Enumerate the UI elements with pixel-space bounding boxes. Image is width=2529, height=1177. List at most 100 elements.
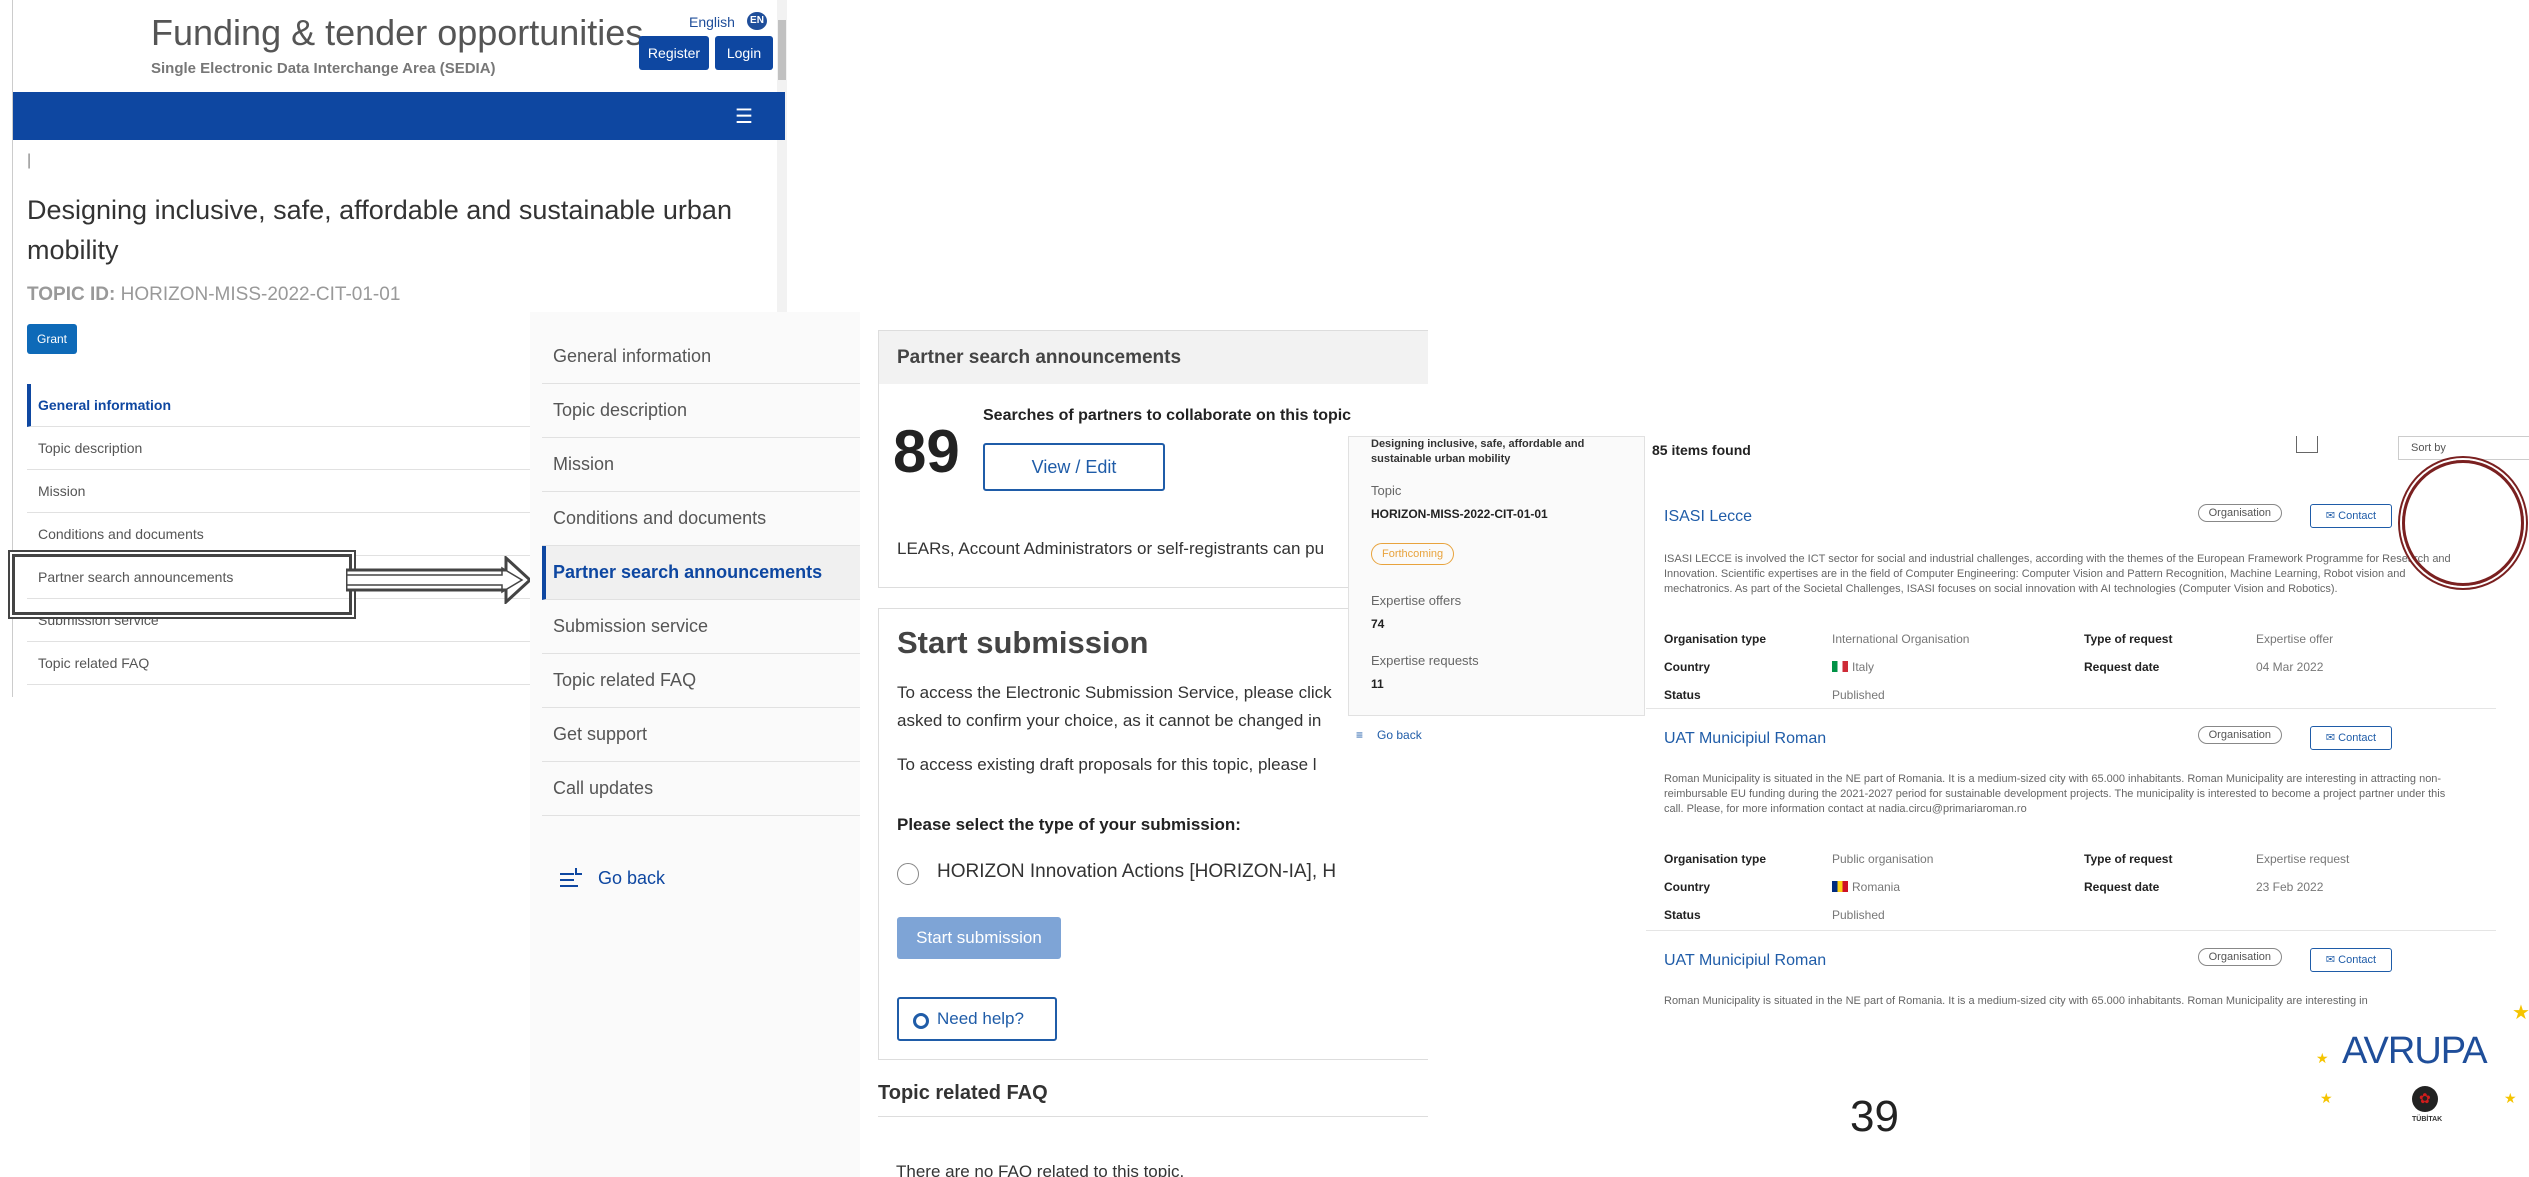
request-type-label: Type of request — [2084, 632, 2173, 646]
page-number: 39 — [1850, 1092, 1899, 1141]
start-submission-card: Start submission To access the Electroni… — [878, 608, 1428, 1060]
sidebar-nav: General information Topic description Mi… — [542, 330, 860, 816]
organisation-badge: Organisation — [2197, 726, 2282, 744]
result-item: UAT Municipiul Roman Organisation ✉ Cont… — [1646, 710, 2496, 931]
org-type-label: Organisation type — [1664, 632, 1767, 646]
login-button[interactable]: Login — [715, 36, 773, 70]
submission-type-radio[interactable] — [897, 863, 919, 885]
star-icon: ★ — [2504, 1090, 2517, 1106]
view-edit-button[interactable]: View / Edit — [983, 443, 1165, 491]
sidebar-item-general-information[interactable]: General information — [542, 330, 860, 384]
organisation-badge: Organisation — [2197, 504, 2282, 522]
request-date-label: Request date — [2084, 660, 2160, 674]
sidebar-item-topic-description[interactable]: Topic description — [542, 384, 860, 438]
topic-title: Designing inclusive, safe, affordable an… — [27, 195, 732, 265]
requests-label: Expertise requests — [1371, 653, 1479, 668]
sidebar-item-conditions[interactable]: Conditions and documents — [542, 492, 860, 546]
go-back-link[interactable]: ≡ Go back — [1356, 728, 1422, 742]
summary-topic-id: HORIZON-MISS-2022-CIT-01-01 — [1371, 507, 1548, 521]
partner-count: 89 — [893, 418, 960, 485]
items-found: 85 items found — [1652, 442, 1751, 458]
country-value: Italy — [1832, 660, 1874, 674]
contact-button[interactable]: ✉ Contact — [2310, 948, 2392, 972]
result-title[interactable]: UAT Municipiul Roman — [1664, 952, 1826, 970]
sidebar-item-partner-search[interactable]: Partner search announcements — [542, 546, 860, 600]
go-back-icon: ≡ — [1356, 728, 1364, 742]
star-icon: ★ — [2512, 1002, 2529, 1024]
submission-type-option[interactable]: HORIZON Innovation Actions [HORIZON-IA],… — [937, 861, 1336, 883]
request-date-value: 04 Mar 2022 — [2256, 660, 2324, 674]
sidebar-item-faq[interactable]: Topic related FAQ — [542, 654, 860, 708]
status-badge: Forthcoming — [1371, 543, 1455, 565]
contact-button[interactable]: ✉ Contact — [2310, 726, 2392, 750]
organisation-badge: Organisation — [2197, 948, 2282, 966]
result-item: ISASI Lecce Organisation ✉ Contact ISASI… — [1646, 488, 2496, 709]
request-date-label: Request date — [2084, 880, 2160, 894]
contact-label: Contact — [2338, 510, 2377, 522]
divider — [878, 1116, 1428, 1117]
country-name: Romania — [1852, 880, 1901, 894]
topic-id-label: TOPIC ID: — [27, 284, 116, 305]
summary-topic-label: Topic — [1371, 483, 1402, 498]
lears-text: LEARs, Account Administrators or self-re… — [897, 539, 1325, 558]
go-back-icon — [560, 868, 582, 887]
result-description: Roman Municipality is situated in the NE… — [1664, 773, 2446, 815]
request-date-value: 23 Feb 2022 — [2256, 880, 2324, 894]
partner-search-card: Partner search announcements 89 Searches… — [878, 330, 1428, 588]
sort-by-select[interactable]: Sort by — [2398, 436, 2529, 460]
sidebar-item-submission-service[interactable]: Submission service — [542, 600, 860, 654]
sidebar-item-get-support[interactable]: Get support — [542, 708, 860, 762]
contact-button[interactable]: ✉ Contact — [2310, 504, 2392, 528]
status-value: Published — [1832, 908, 1885, 922]
arrow-annotation — [346, 556, 533, 604]
topic-detail-panel: General information Topic description Mi… — [530, 312, 1428, 1177]
hamburger-menu-icon[interactable]: ☰ — [735, 104, 753, 129]
contact-label: Contact — [2338, 732, 2377, 744]
status-label: Status — [1664, 688, 1701, 702]
mail-icon: ✉ — [2325, 732, 2339, 744]
result-title[interactable]: UAT Municipiul Roman — [1664, 730, 1826, 748]
highlight-circle — [2402, 460, 2524, 586]
offers-label: Expertise offers — [1371, 593, 1462, 608]
register-button[interactable]: Register — [639, 36, 709, 70]
faq-title: Topic related FAQ — [878, 1082, 1048, 1104]
topic-id: TOPIC ID: HORIZON-MISS-2022-CIT-01-01 — [27, 284, 400, 306]
country-name: Italy — [1852, 660, 1875, 674]
lifebuoy-icon — [913, 1013, 929, 1029]
start-submission-button[interactable]: Start submission — [897, 917, 1061, 959]
country-value: Romania — [1832, 880, 1900, 894]
result-title[interactable]: ISASI Lecce — [1664, 508, 1752, 526]
partner-caption: Searches of partners to collaborate on t… — [983, 407, 1352, 424]
summary-topic-title: Designing inclusive, safe, affordable an… — [1371, 438, 1585, 465]
partner-search-results-panel: Designing inclusive, safe, affordable an… — [1348, 436, 2529, 1020]
sidebar-item-call-updates[interactable]: Call updates — [542, 762, 860, 816]
site-title: Funding & tender opportunities — [151, 12, 644, 53]
star-icon: ★ — [2316, 1050, 2329, 1066]
status-value: Published — [1832, 688, 1885, 702]
sidebar-item-mission[interactable]: Mission — [542, 438, 860, 492]
highlight-box — [12, 554, 352, 615]
go-back-label: Go back — [598, 867, 666, 888]
text-cursor: | — [27, 152, 32, 169]
need-help-button[interactable]: Need help? — [897, 997, 1057, 1041]
org-type-label: Organisation type — [1664, 852, 1767, 866]
star-icon: ★ — [2320, 1090, 2333, 1106]
partner-search-header: Partner search announcements — [879, 331, 1428, 384]
logo-text: AVRUPA — [2342, 1030, 2488, 1072]
status-label: Status — [1664, 908, 1701, 922]
contact-label: Contact — [2338, 954, 2377, 966]
download-icon[interactable] — [2296, 436, 2318, 453]
go-back-link[interactable]: Go back — [558, 866, 665, 892]
language-selector[interactable]: English — [689, 14, 735, 30]
org-type-value: Public organisation — [1832, 852, 1934, 866]
go-back-label: Go back — [1377, 728, 1422, 742]
topic-summary: Designing inclusive, safe, affordable an… — [1348, 436, 1645, 716]
nav-bar: ☰ — [13, 92, 785, 140]
avrupa-logo: ★ ★ ★ ★ AVRUPA ✿ TÜBİTAK — [2290, 1000, 2529, 1140]
start-text-2: asked to confirm your choice, as it cann… — [897, 711, 1322, 730]
request-type-label: Type of request — [2084, 852, 2173, 866]
faq-empty-text: There are no FAQ related to this topic. — [896, 1162, 1185, 1177]
language-icon[interactable]: EN — [747, 12, 767, 30]
country-label: Country — [1664, 660, 1710, 674]
country-label: Country — [1664, 880, 1710, 894]
